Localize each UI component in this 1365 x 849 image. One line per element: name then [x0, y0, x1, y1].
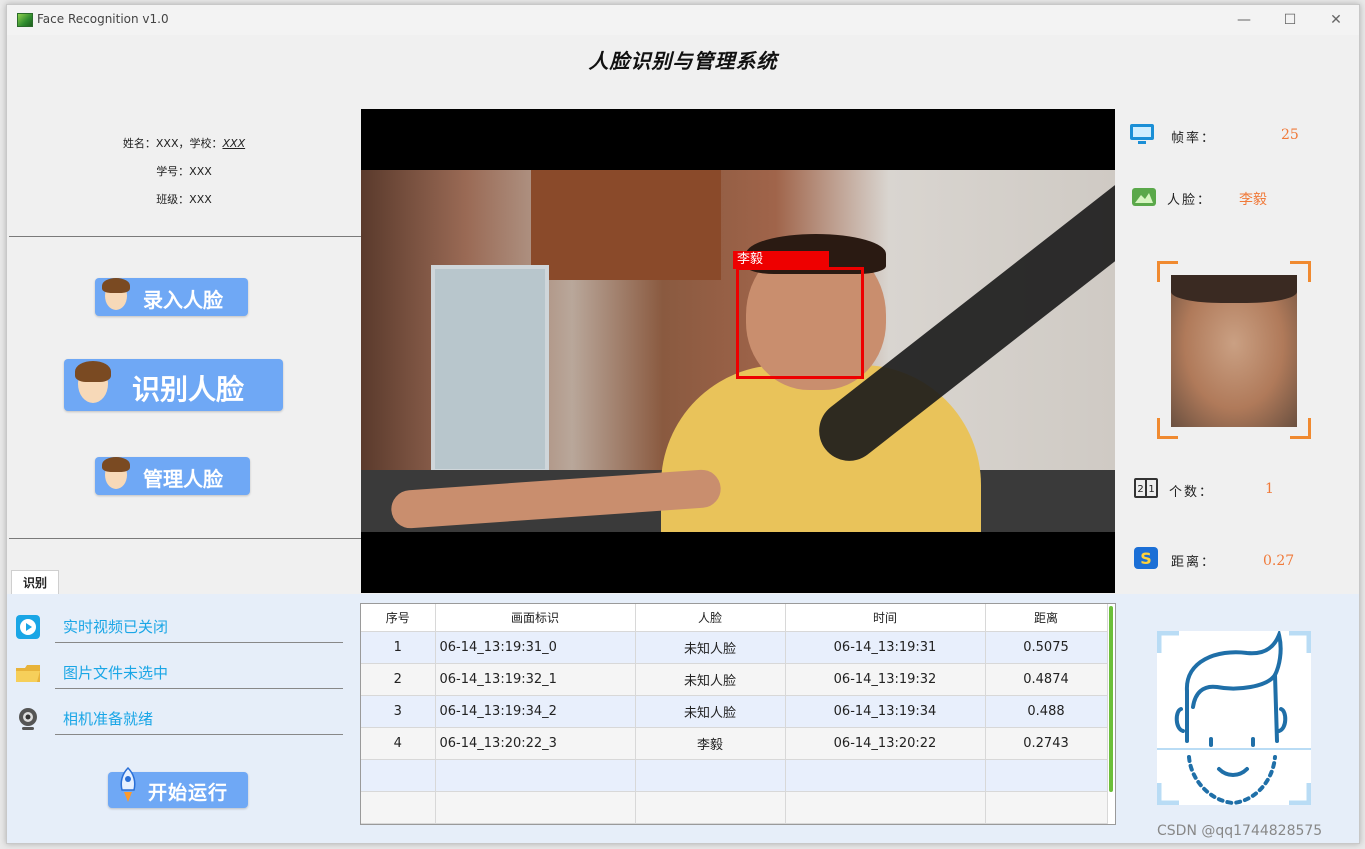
- maximize-button[interactable]: ☐: [1267, 5, 1313, 35]
- col-header-face[interactable]: 人脸: [635, 604, 786, 632]
- minimize-button[interactable]: —: [1221, 5, 1267, 35]
- svg-text:1: 1: [1148, 484, 1154, 495]
- close-button[interactable]: ✕: [1313, 5, 1359, 35]
- image-icon: [1132, 188, 1156, 206]
- table-row[interactable]: 4 06-14_13:20:22_3 李毅 06-14_13:20:22 0.2…: [361, 727, 1108, 760]
- profile-card-icon: [102, 457, 130, 489]
- table-header-row: 序号 画面标识 人脸 时间 距离: [361, 604, 1108, 632]
- fps-label: 帧率：: [1171, 131, 1217, 146]
- face-label: 人脸：: [1167, 193, 1213, 208]
- status-image[interactable]: 图片文件未选中: [15, 658, 343, 689]
- face-bounding-box: [736, 267, 864, 379]
- enroll-face-button[interactable]: 录入人脸: [95, 278, 248, 316]
- face-scan-icon: [75, 361, 111, 403]
- distance-label: 距离：: [1171, 555, 1217, 570]
- col-header-frame-id[interactable]: 画面标识: [435, 604, 636, 632]
- face-outline-icon: [1156, 628, 1312, 806]
- recognize-face-button[interactable]: 识别人脸: [64, 359, 283, 411]
- col-header-index[interactable]: 序号: [361, 604, 436, 632]
- woman-face-icon: [102, 278, 130, 310]
- student-id-line: 学号：XXX: [156, 165, 212, 178]
- camera-frame: 李毅: [361, 170, 1115, 532]
- divider-top: [9, 236, 361, 237]
- start-run-button[interactable]: 开始运行: [108, 766, 248, 808]
- watermark: CSDN @qq1744828575: [1157, 823, 1323, 839]
- play-icon: [16, 615, 40, 639]
- folder-icon: [16, 665, 40, 682]
- counter-icon: 21: [1134, 478, 1158, 498]
- distance-icon: S: [1134, 547, 1158, 569]
- face-scan-illustration: [1156, 628, 1312, 806]
- distance-value: 0.27: [1263, 553, 1295, 569]
- video-display: 李毅: [361, 109, 1115, 593]
- table-row-empty[interactable]: [361, 823, 1108, 824]
- rocket-icon: [120, 766, 136, 802]
- table-row[interactable]: 3 06-14_13:19:34_2 未知人脸 06-14_13:19:34 0…: [361, 695, 1108, 728]
- page-title: 人脸识别与管理系统: [588, 49, 778, 73]
- tab-recognize[interactable]: 识别: [11, 570, 59, 595]
- svg-text:2: 2: [1137, 484, 1143, 495]
- app-window: Face Recognition v1.0 — ☐ ✕ 人脸识别与管理系统 姓名…: [6, 4, 1360, 844]
- divider-bottom: [9, 538, 361, 539]
- count-value: 1: [1265, 481, 1274, 497]
- title-bar[interactable]: Face Recognition v1.0 — ☐ ✕: [7, 5, 1359, 35]
- school-value: XXX: [222, 137, 246, 150]
- student-name-line: 姓名：XXX，学校：XXX: [122, 137, 246, 150]
- student-class-line: 班级：XXX: [156, 193, 212, 206]
- window-title: Face Recognition v1.0: [37, 12, 169, 26]
- table-scrollbar[interactable]: [1109, 606, 1113, 792]
- results-table[interactable]: 序号 画面标识 人脸 时间 距离 1 06-14_13:19:31_0 未知人脸…: [360, 603, 1116, 825]
- face-thumbnail: [1171, 275, 1297, 427]
- status-video[interactable]: 实时视频已关闭: [15, 612, 343, 643]
- svg-text:S: S: [1140, 549, 1152, 568]
- table-row-empty[interactable]: [361, 759, 1108, 792]
- table-row[interactable]: 2 06-14_13:19:32_1 未知人脸 06-14_13:19:32 0…: [361, 663, 1108, 696]
- fps-value: 25: [1281, 127, 1299, 143]
- table-row[interactable]: 1 06-14_13:19:31_0 未知人脸 06-14_13:19:31 0…: [361, 631, 1108, 664]
- manage-face-button[interactable]: 管理人脸: [95, 457, 250, 495]
- status-camera[interactable]: 相机准备就绪: [15, 704, 343, 735]
- col-header-distance[interactable]: 距离: [985, 604, 1108, 632]
- count-label: 个数：: [1169, 485, 1215, 500]
- col-header-time[interactable]: 时间: [785, 604, 986, 632]
- monitor-icon: [1130, 124, 1154, 144]
- face-value: 李毅: [1239, 192, 1267, 208]
- table-row-empty[interactable]: [361, 791, 1108, 824]
- webcam-icon: [19, 708, 37, 730]
- app-icon: [17, 13, 33, 27]
